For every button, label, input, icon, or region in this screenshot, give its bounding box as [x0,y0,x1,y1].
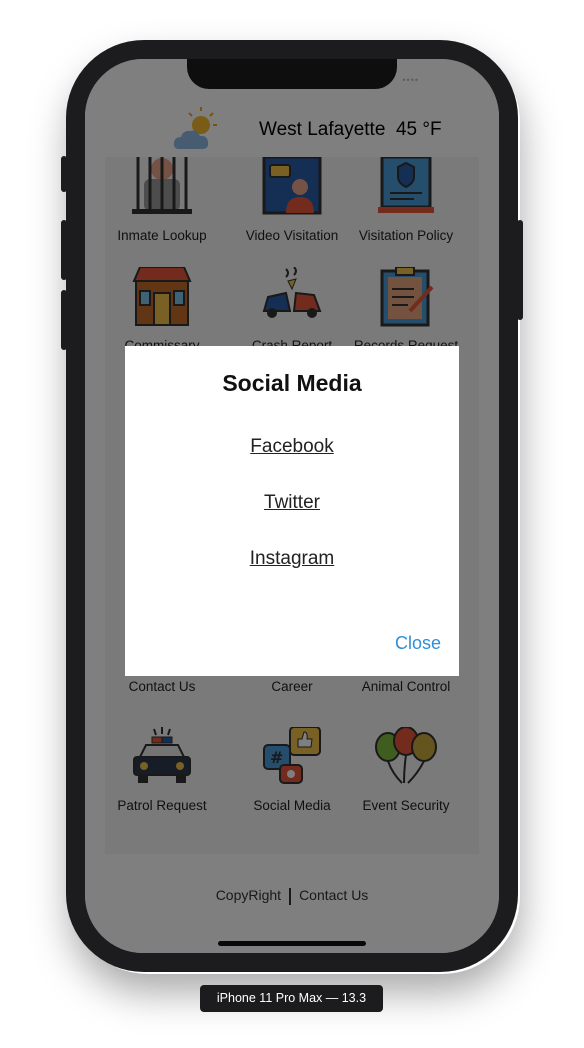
mute-switch [61,156,67,192]
volume-down-button [61,290,67,350]
app-screen: 11:14 •••• West Lafayette 45 °F [85,59,499,953]
device-label: iPhone 11 Pro Max — 13.3 [200,985,383,1012]
power-button [517,220,523,320]
social-media-dialog: Social Media Facebook Twitter Instagram … [125,346,459,676]
twitter-link[interactable]: Twitter [125,492,459,514]
close-button[interactable]: Close [395,633,441,654]
dialog-title: Social Media [222,370,362,396]
volume-up-button [61,220,67,280]
instagram-link[interactable]: Instagram [125,548,459,570]
facebook-link[interactable]: Facebook [125,436,459,458]
